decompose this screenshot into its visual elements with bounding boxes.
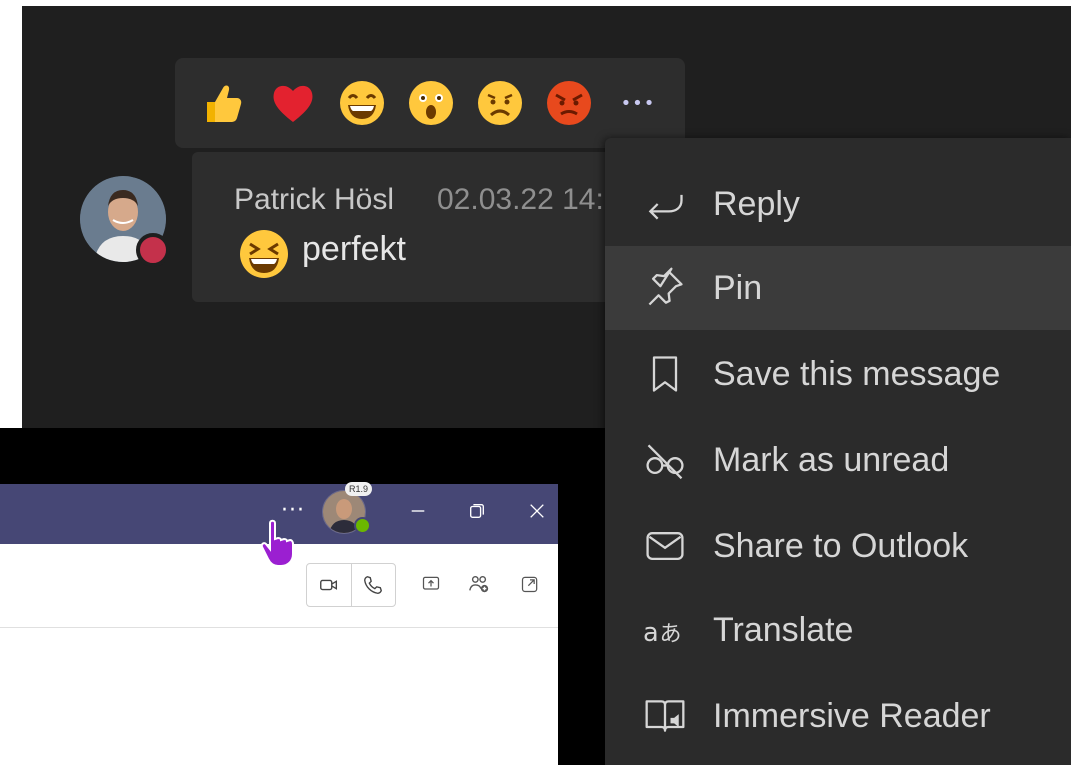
close-button[interactable] bbox=[524, 498, 550, 524]
menu-item-label: Immersive Reader bbox=[713, 696, 991, 735]
call-button-group bbox=[306, 563, 396, 607]
menu-item-translate[interactable]: aあ Translate bbox=[605, 588, 1071, 672]
add-people-button[interactable] bbox=[466, 571, 492, 597]
add-people-icon bbox=[469, 575, 489, 593]
menu-item-label: Share to Outlook bbox=[713, 526, 969, 565]
bookmark-icon bbox=[641, 350, 689, 398]
video-call-button[interactable] bbox=[307, 564, 351, 606]
message-timestamp: 02.03.22 14: bbox=[437, 183, 604, 216]
laugh-icon[interactable] bbox=[335, 76, 389, 130]
reply-icon bbox=[641, 180, 689, 228]
video-camera-icon bbox=[319, 579, 337, 591]
share-screen-icon bbox=[422, 576, 440, 590]
angry-icon[interactable] bbox=[542, 76, 596, 130]
avatar-badge: R1.9 bbox=[345, 482, 373, 496]
menu-item-reply[interactable]: Reply bbox=[605, 162, 1071, 246]
menu-item-label: Translate bbox=[713, 610, 854, 649]
svg-text:a: a bbox=[643, 618, 659, 648]
sender-name: Patrick Hösl bbox=[234, 183, 395, 216]
minimize-button[interactable] bbox=[405, 498, 431, 524]
toolbar-divider bbox=[0, 627, 558, 628]
inset-divider bbox=[558, 428, 605, 765]
more-icon: ••• bbox=[620, 92, 656, 114]
more-reactions-button[interactable]: ••• bbox=[611, 76, 665, 130]
menu-item-label: Reply bbox=[713, 184, 800, 223]
pop-out-icon bbox=[521, 576, 538, 593]
menu-item-label: Pin bbox=[713, 268, 763, 307]
thumbs-up-icon[interactable] bbox=[197, 76, 251, 130]
menu-item-label: Save this message bbox=[713, 354, 1001, 393]
message-context-menu: Reply Pin Save this message Mark as unre… bbox=[605, 138, 1071, 765]
translate-icon: aあ bbox=[641, 606, 689, 654]
share-screen-button[interactable] bbox=[418, 571, 444, 597]
restore-button[interactable] bbox=[464, 498, 490, 524]
envelope-icon bbox=[641, 522, 689, 570]
hand-cursor-icon bbox=[258, 519, 298, 569]
unread-glasses-icon bbox=[641, 436, 689, 484]
surprised-icon[interactable] bbox=[404, 76, 458, 130]
close-icon bbox=[530, 504, 544, 518]
svg-text:あ: あ bbox=[660, 622, 682, 647]
menu-item-share-outlook[interactable]: Share to Outlook bbox=[605, 504, 1071, 588]
minimize-icon bbox=[411, 510, 425, 512]
audio-call-button[interactable] bbox=[350, 564, 396, 606]
menu-item-label: Mark as unread bbox=[713, 440, 950, 479]
immersive-reader-icon bbox=[641, 692, 689, 740]
menu-item-mark-unread[interactable]: Mark as unread bbox=[605, 418, 1071, 502]
sad-icon[interactable] bbox=[473, 76, 527, 130]
menu-item-save[interactable]: Save this message bbox=[605, 332, 1071, 416]
reaction-bar: ••• bbox=[175, 58, 685, 148]
phone-icon bbox=[364, 576, 383, 594]
inset-black-bar bbox=[0, 428, 558, 484]
restore-icon bbox=[470, 504, 484, 518]
busy-status-icon bbox=[136, 233, 170, 267]
pin-icon bbox=[641, 264, 689, 312]
pop-out-button[interactable] bbox=[517, 571, 543, 597]
grinning-squint-icon bbox=[238, 228, 290, 280]
message-text: perfekt bbox=[302, 230, 406, 268]
heart-icon[interactable] bbox=[266, 76, 320, 130]
menu-item-immersive-reader[interactable]: Immersive Reader bbox=[605, 674, 1071, 758]
available-status-icon bbox=[354, 517, 371, 534]
menu-item-pin[interactable]: Pin bbox=[605, 246, 1071, 330]
